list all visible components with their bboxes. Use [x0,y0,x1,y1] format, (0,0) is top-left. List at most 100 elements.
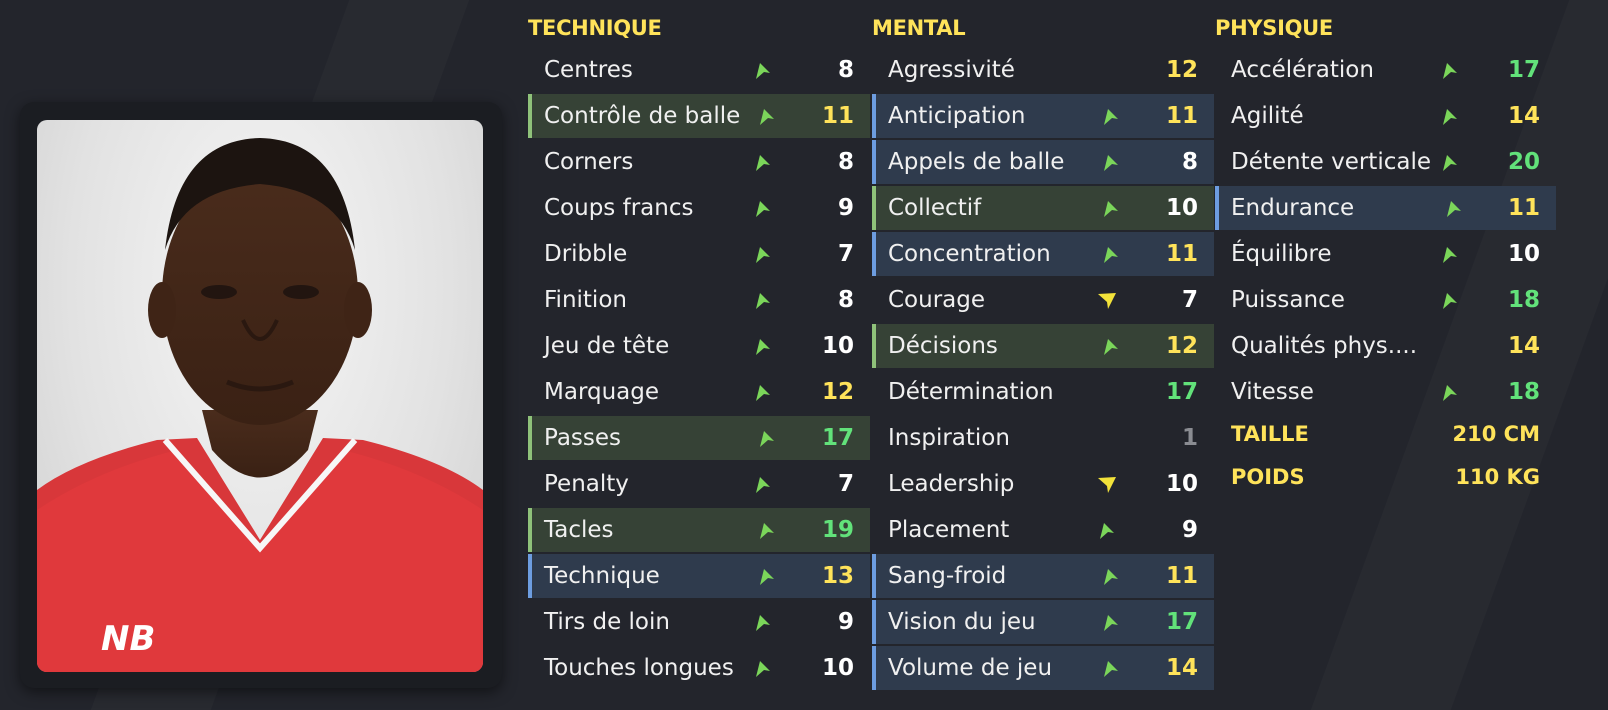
attribute-value: 10 [821,333,854,359]
trend-up-arrow-icon [752,289,774,311]
attribute-name: Tirs de loin [544,609,670,635]
attribute-name: Technique [544,563,660,589]
trend-up-arrow-icon [1439,381,1461,403]
attribute-value: 9 [1181,517,1198,543]
attribute-row[interactable]: Sang-froid 11 [872,554,1214,598]
attribute-name: Détermination [888,379,1054,405]
attribute-row[interactable]: Collectif 10 [872,186,1214,230]
attribute-row[interactable]: Puissance 18 [1215,278,1556,322]
trend-up-arrow-icon [1443,197,1465,219]
trend-up-arrow-icon [752,611,774,633]
attribute-value: 9 [837,195,854,221]
trend-up-arrow-icon [752,657,774,679]
section-title-physique: PHYSIQUE [1215,16,1333,40]
attribute-name: Anticipation [888,103,1026,129]
attribute-value: 10 [821,655,854,681]
attribute-name: Collectif [888,195,982,221]
attribute-row[interactable]: Détente verticale 20 [1215,140,1556,184]
trend-up-arrow-icon [752,151,774,173]
trend-up-arrow-icon [756,427,778,449]
player-photo: NB [37,120,483,672]
attribute-row[interactable]: Décisions 12 [872,324,1214,368]
attribute-row[interactable]: Agilité 14 [1215,94,1556,138]
trend-up-arrow-icon [1439,289,1461,311]
attribute-name: Penalty [544,471,629,497]
attribute-value: 12 [1165,57,1198,83]
attribute-row[interactable]: Endurance 11 [1215,186,1556,230]
attribute-row[interactable]: Corners 8 [528,140,870,184]
height-value: 210 CM [1452,422,1540,446]
attribute-row[interactable]: Technique 13 [528,554,870,598]
attribute-name: Appels de balle [888,149,1065,175]
attribute-name: Finition [544,287,627,313]
attribute-name: Sang-froid [888,563,1007,589]
attribute-row[interactable]: Équilibre 10 [1215,232,1556,276]
attribute-value: 8 [837,149,854,175]
attribute-row[interactable]: Volume de jeu 14 [872,646,1214,690]
trend-up-arrow-icon [1439,105,1461,127]
attribute-name: Agressivité [888,57,1015,83]
attribute-value: 11 [821,103,854,129]
attribute-value: 13 [821,563,854,589]
attribute-name: Dribble [544,241,628,267]
section-title-technique: TECHNIQUE [528,16,662,40]
trend-up-arrow-icon [756,519,778,541]
attribute-row[interactable]: Placement 9 [872,508,1214,552]
no-trend-icon [1096,59,1118,81]
attribute-row[interactable]: Touches longues 10 [528,646,870,690]
attribute-name: Tacles [544,517,614,543]
trend-up-arrow-icon [1439,59,1461,81]
trend-flat-arrow-icon [1096,473,1118,495]
weight-label: POIDS [1231,465,1305,489]
attribute-row[interactable]: Appels de balle 8 [872,140,1214,184]
attribute-row[interactable]: Passes 17 [528,416,870,460]
attribute-value: 8 [837,57,854,83]
attribute-value: 8 [1181,149,1198,175]
attribute-name: Endurance [1231,195,1355,221]
attribute-value: 17 [821,425,854,451]
attribute-row[interactable]: Tacles 19 [528,508,870,552]
attribute-name: Agilité [1231,103,1304,129]
attribute-row[interactable]: Centres 8 [528,48,870,92]
trend-up-arrow-icon [1439,243,1461,265]
attribute-row[interactable]: Contrôle de balle 11 [528,94,870,138]
attribute-value: 20 [1507,149,1540,175]
attribute-name: Accélération [1231,57,1374,83]
attribute-row[interactable]: Finition 8 [528,278,870,322]
attribute-row[interactable]: Vitesse 18 [1215,370,1556,414]
attribute-row[interactable]: Inspiration 1 [872,416,1214,460]
attribute-row[interactable]: Agressivité 12 [872,48,1214,92]
attribute-name: Coups francs [544,195,694,221]
attribute-row[interactable]: Anticipation 11 [872,94,1214,138]
attribute-row[interactable]: Vision du jeu 17 [872,600,1214,644]
attribute-row[interactable]: Dribble 7 [528,232,870,276]
attribute-value: 10 [1165,195,1198,221]
trend-up-arrow-icon [1100,565,1122,587]
attribute-row[interactable]: Accélération 17 [1215,48,1556,92]
attribute-row[interactable]: Leadership 10 [872,462,1214,506]
attribute-value: 11 [1507,195,1540,221]
attribute-row[interactable]: Penalty 7 [528,462,870,506]
attribute-value: 11 [1165,241,1198,267]
attribute-name: Décisions [888,333,998,359]
attribute-name: Détente verticale [1231,149,1431,175]
trend-up-arrow-icon [1100,611,1122,633]
attribute-name: Contrôle de balle [544,103,741,129]
attribute-row[interactable]: Courage 7 [872,278,1214,322]
attribute-row[interactable]: Jeu de tête 10 [528,324,870,368]
attribute-row[interactable]: Marquage 12 [528,370,870,414]
attribute-value: 1 [1181,425,1198,451]
attribute-value: 17 [1165,609,1198,635]
attribute-row[interactable]: Qualités phys.... 14 [1215,324,1556,368]
attribute-name: Volume de jeu [888,655,1053,681]
attribute-row[interactable]: Concentration 11 [872,232,1214,276]
attribute-name: Puissance [1231,287,1345,313]
attribute-row[interactable]: Tirs de loin 9 [528,600,870,644]
trend-up-arrow-icon [1100,197,1122,219]
attribute-value: 9 [837,609,854,635]
mental-attribute-list: Agressivité 12 Anticipation 11 Appels de bal… [872,48,1214,692]
attribute-row[interactable]: Détermination 17 [872,370,1214,414]
attribute-value: 11 [1165,563,1198,589]
attribute-row[interactable]: Coups francs 9 [528,186,870,230]
trend-up-arrow-icon [752,243,774,265]
